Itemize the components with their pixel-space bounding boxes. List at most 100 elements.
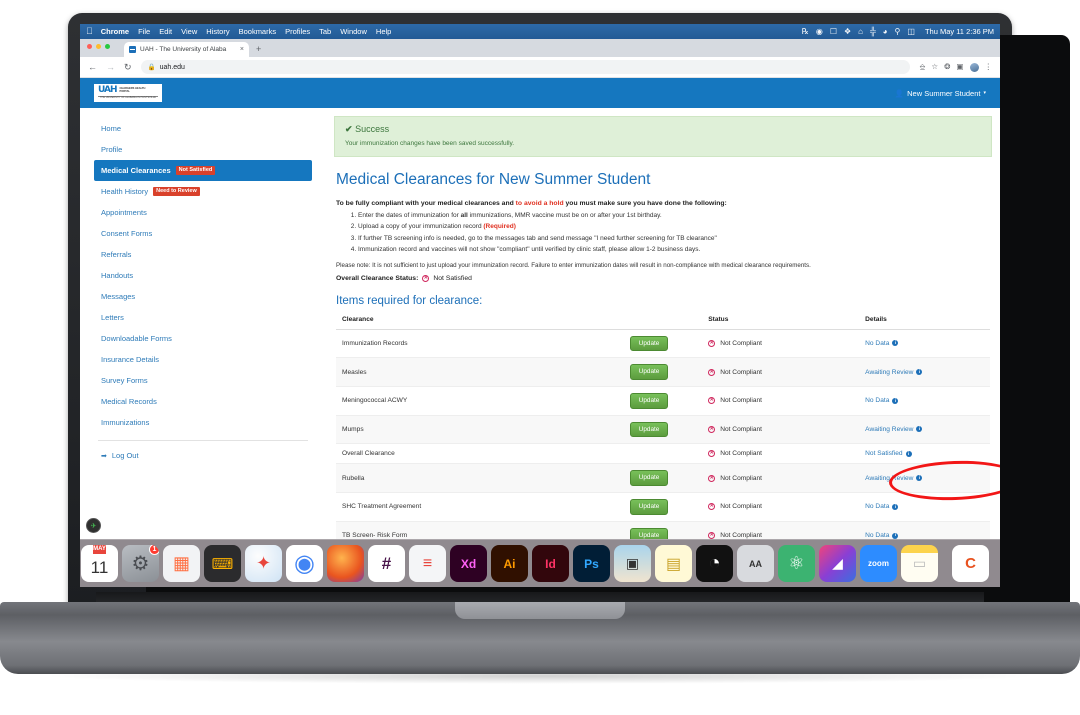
- apple-logo-icon[interactable]: : [86, 27, 93, 36]
- back-icon[interactable]: ←: [88, 62, 97, 72]
- menu-bar-clock[interactable]: Thu May 11 2:36 PM: [925, 27, 994, 36]
- address-bar-url: uah.edu: [159, 63, 185, 71]
- sidebar-item-appointments[interactable]: Appointments: [94, 202, 312, 223]
- minimize-window-button[interactable]: [96, 44, 101, 49]
- dock-item-image-capture[interactable]: ▣: [614, 545, 651, 582]
- dock-item-audio-mixer[interactable]: ≡: [409, 545, 446, 582]
- sidebar-item-referrals[interactable]: Referrals: [94, 244, 312, 265]
- profile-avatar[interactable]: [969, 62, 979, 72]
- update-button[interactable]: Update: [629, 470, 669, 486]
- info-icon[interactable]: i: [892, 503, 899, 510]
- uah-logo-mark: UAH: [98, 84, 118, 95]
- menu-item-tab[interactable]: Tab: [319, 27, 331, 36]
- detail-link[interactable]: No Data i: [865, 397, 899, 404]
- info-icon[interactable]: i: [916, 475, 923, 482]
- detail-link-awaiting-review[interactable]: Awaiting Review i: [865, 369, 923, 376]
- extension-puzzle-icon[interactable]: ❂: [944, 63, 950, 71]
- dock-item-adobe-xd[interactable]: Xd: [450, 545, 487, 582]
- screen-mirror-icon[interactable]: ☐: [830, 27, 837, 36]
- dock-item-safari[interactable]: ✦: [245, 545, 282, 582]
- dock-item-adobe-photoshop[interactable]: Ps: [573, 545, 610, 582]
- detail-link[interactable]: Awaiting Review i: [865, 475, 923, 482]
- detail-link[interactable]: Not Satisfied i: [865, 450, 912, 457]
- close-window-button[interactable]: [87, 44, 92, 49]
- reload-icon[interactable]: ↻: [124, 62, 132, 72]
- update-button[interactable]: Update: [629, 335, 669, 352]
- bluetooth-icon[interactable]: ╬: [870, 27, 876, 36]
- sidebar-item-downloadable-forms[interactable]: Downloadable Forms: [94, 328, 312, 349]
- update-button[interactable]: Update: [629, 421, 669, 438]
- dock-item-camtasia[interactable]: C: [952, 545, 989, 582]
- detail-link[interactable]: Awaiting Review i: [865, 426, 923, 433]
- dock-item-shapr[interactable]: ◢: [819, 545, 856, 582]
- eye-icon[interactable]: ◉: [816, 27, 823, 36]
- dock-item-stickies[interactable]: ▤: [655, 545, 692, 582]
- wifi-icon[interactable]: ◕: [883, 27, 888, 36]
- close-tab-icon[interactable]: ×: [240, 46, 244, 53]
- menu-item-help[interactable]: Help: [376, 27, 391, 36]
- sidebar-item-messages[interactable]: Messages: [94, 286, 312, 307]
- update-button[interactable]: Update: [629, 364, 669, 380]
- info-icon[interactable]: i: [916, 369, 923, 376]
- dock-item-firefox[interactable]: ◐: [327, 545, 364, 582]
- dock-item-zoom[interactable]: zoom: [860, 545, 897, 582]
- menu-item-profiles[interactable]: Profiles: [285, 27, 310, 36]
- menu-item-history[interactable]: History: [206, 27, 229, 36]
- sidebar-item-handouts[interactable]: Handouts: [94, 265, 312, 286]
- dock-item-calendar[interactable]: MAY 11: [81, 545, 118, 582]
- dock-item-adobe-indesign[interactable]: Id: [532, 545, 569, 582]
- window-controls[interactable]: [87, 44, 110, 49]
- menu-item-bookmarks[interactable]: Bookmarks: [239, 27, 277, 36]
- bookmark-star-icon[interactable]: ☆: [931, 63, 938, 71]
- forward-icon[interactable]: →: [106, 62, 115, 72]
- menu-item-edit[interactable]: Edit: [159, 27, 172, 36]
- update-button[interactable]: Update: [629, 392, 669, 409]
- dock-item-calculator[interactable]: ⌨: [204, 545, 241, 582]
- dock-item-blackmagic-speedtest[interactable]: ◔: [696, 545, 733, 582]
- dock-item-launchpad[interactable]: ▦: [163, 545, 200, 582]
- sidebar-item-letters[interactable]: Letters: [94, 307, 312, 328]
- dock-item-atom[interactable]: ⚛: [778, 545, 815, 582]
- sidebar-item-medical-clearances[interactable]: Medical Clearances Not Satisfied: [94, 160, 312, 182]
- update-button[interactable]: Update: [629, 499, 669, 515]
- detail-link[interactable]: No Data i: [865, 503, 899, 510]
- detail-link[interactable]: No Data i: [865, 340, 899, 347]
- menu-item-chrome[interactable]: Chrome: [101, 27, 129, 36]
- sidebar-item-immunizations[interactable]: Immunizations: [94, 412, 312, 433]
- portal-logo[interactable]: UAH CHARGERS HEALTH PORTAL THE UNIVERSIT…: [94, 83, 162, 103]
- sidebar-item-insurance-details[interactable]: Insurance Details: [94, 349, 312, 370]
- sidebar-item-medical-records[interactable]: Medical Records: [94, 391, 312, 412]
- sidebar-item-survey-forms[interactable]: Survey Forms: [94, 370, 312, 391]
- info-icon[interactable]: i: [905, 450, 912, 457]
- dock-item-notes[interactable]: ▭: [901, 545, 938, 582]
- menu-item-file[interactable]: File: [138, 27, 150, 36]
- dock-item-chrome[interactable]: ◉: [286, 545, 323, 582]
- install-app-icon[interactable]: ⎒: [919, 63, 925, 71]
- dock-item-adobe-illustrator[interactable]: Ai: [491, 545, 528, 582]
- sidebar-item-consent-forms[interactable]: Consent Forms: [94, 223, 312, 244]
- new-tab-button[interactable]: +: [256, 45, 261, 54]
- dock-item-system-preferences[interactable]: ⚙ 1: [122, 545, 159, 582]
- sidebar-item-log-out[interactable]: ➡ Log Out: [94, 445, 312, 466]
- browser-tab[interactable]: UAH - The University of Alaba ×: [124, 42, 249, 57]
- info-icon[interactable]: i: [892, 397, 899, 404]
- sidebar-item-home[interactable]: Home: [94, 118, 312, 139]
- control-center-icon[interactable]: ◫: [907, 27, 915, 36]
- dropbox-icon[interactable]: ❖: [844, 27, 851, 36]
- dock-item-font-book[interactable]: AA: [737, 545, 774, 582]
- menu-item-window[interactable]: Window: [340, 27, 367, 36]
- sidebar-item-health-history[interactable]: Health History Need to Review: [94, 181, 312, 202]
- dock-item-slack[interactable]: #: [368, 545, 405, 582]
- home-icon[interactable]: ⌂: [858, 27, 863, 36]
- menu-item-view[interactable]: View: [181, 27, 197, 36]
- info-icon[interactable]: i: [892, 340, 899, 347]
- side-panel-icon[interactable]: ▣: [956, 63, 963, 71]
- user-menu[interactable]: 👤 New Summer Student ▾: [895, 89, 986, 98]
- chrome-menu-icon[interactable]: ⋮: [985, 63, 993, 71]
- zoom-window-button[interactable]: [105, 44, 110, 49]
- address-bar[interactable]: 🔒 uah.edu: [140, 60, 911, 74]
- sidebar-item-profile[interactable]: Profile: [94, 139, 312, 160]
- cc-icon[interactable]: ℞: [802, 27, 809, 36]
- search-icon[interactable]: ⚲: [895, 27, 901, 36]
- info-icon[interactable]: i: [916, 426, 923, 433]
